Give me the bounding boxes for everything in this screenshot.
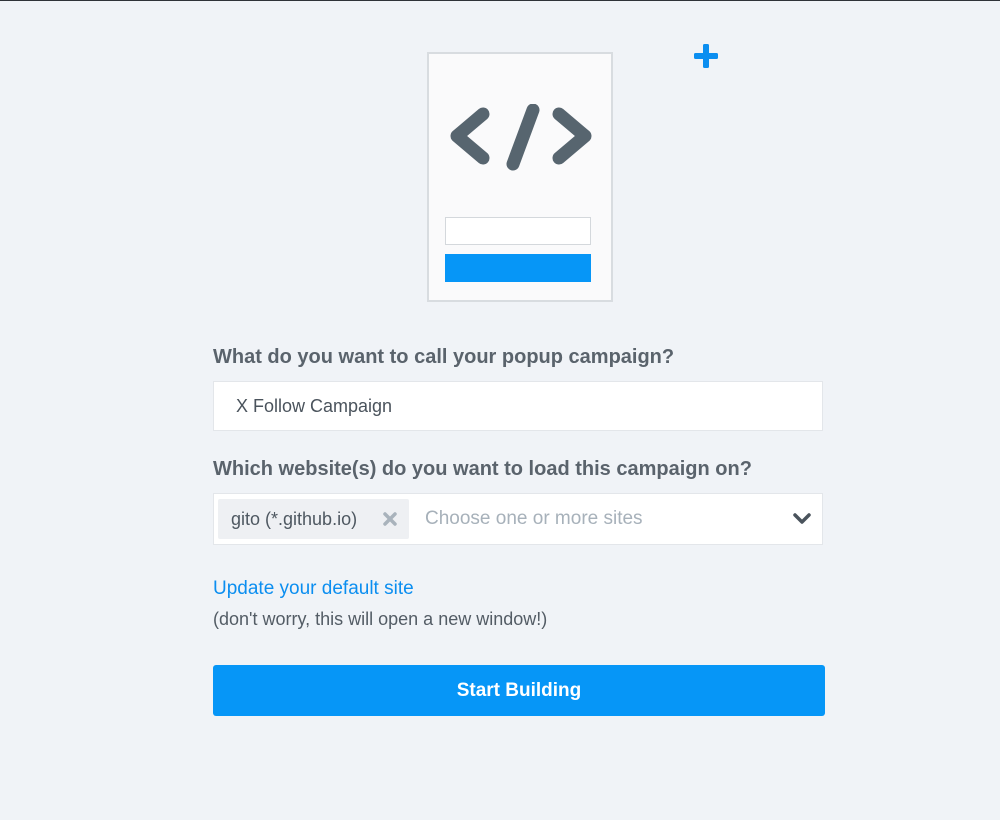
sites-search-placeholder[interactable]: Choose one or more sites xyxy=(425,508,822,530)
chevron-down-icon[interactable] xyxy=(792,510,812,528)
start-building-button[interactable]: Start Building xyxy=(213,665,825,716)
campaign-name-question: What do you want to call your popup camp… xyxy=(213,346,675,368)
sites-question: Which website(s) do you want to load thi… xyxy=(213,458,752,480)
popup-illustration xyxy=(427,52,613,302)
update-default-site-link[interactable]: Update your default site xyxy=(213,577,414,601)
campaign-name-input[interactable] xyxy=(213,381,823,431)
selected-site-chip: gito (*.github.io) xyxy=(218,499,409,539)
remove-site-icon[interactable] xyxy=(381,510,399,528)
campaign-form: What do you want to call your popup camp… xyxy=(213,339,825,716)
sites-multiselect[interactable]: gito (*.github.io) Choose one or more si… xyxy=(213,493,823,545)
selected-site-label: gito (*.github.io) xyxy=(231,508,358,529)
illustration-button xyxy=(445,254,591,282)
code-icon xyxy=(450,104,592,171)
plus-icon xyxy=(694,44,718,68)
illustration-input-field xyxy=(445,217,591,245)
new-window-note: (don't worry, this will open a new windo… xyxy=(213,609,548,629)
